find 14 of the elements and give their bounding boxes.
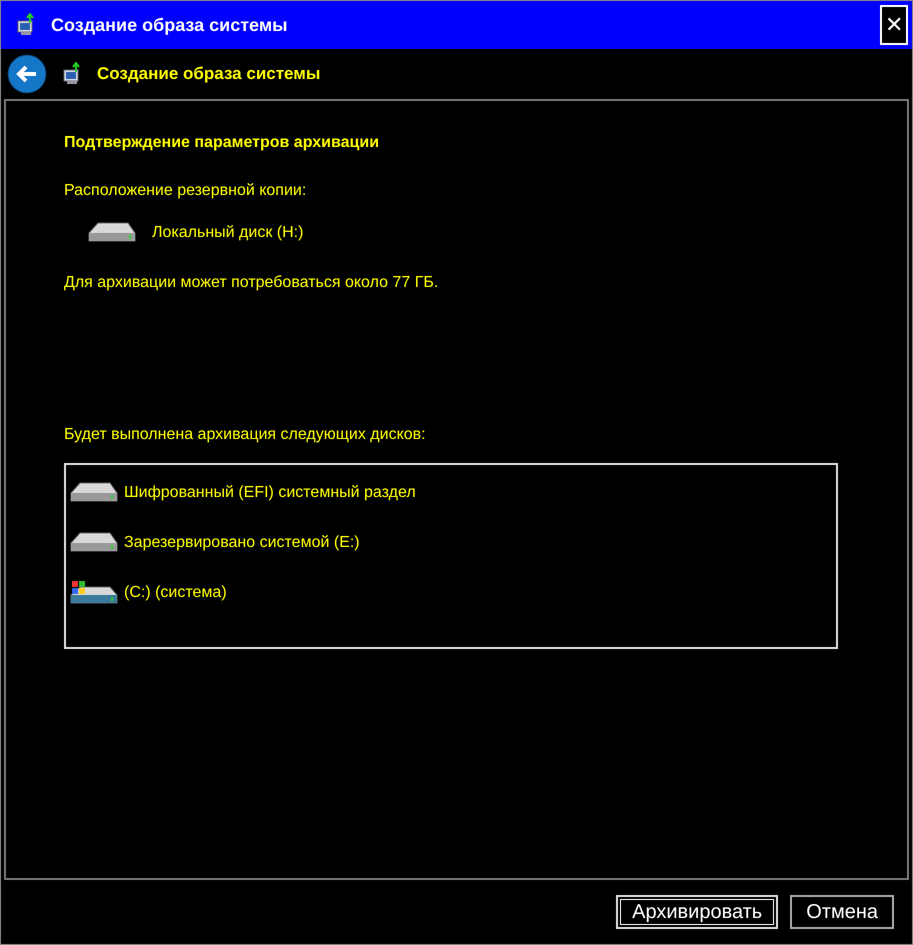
section-heading: Подтверждение параметров архивации: [64, 133, 380, 153]
dialog-button[interactable]: Архивировать: [616, 895, 778, 929]
dialog-button[interactable]: Отмена: [790, 895, 894, 929]
drive-name: (C:) (система): [124, 583, 227, 603]
close-button[interactable]: ✕: [880, 5, 908, 45]
window-title: Создание образа системы: [51, 14, 288, 37]
disks-label: Будет выполнена архивация следующих дисков:: [64, 425, 427, 445]
drive-name: Шифрованный (EFI) системный раздел: [124, 483, 416, 503]
back-icon[interactable]: [7, 54, 47, 94]
size-note: Для архивации может потребоваться около 77 ГБ.: [64, 273, 440, 293]
drive-name: Локальный диск (H:): [152, 223, 304, 243]
location-label: Расположение резервной копии:: [64, 181, 308, 201]
drive-name: Зарезервировано системой (E:): [124, 533, 360, 553]
page-title: Создание образа системы: [97, 63, 320, 86]
